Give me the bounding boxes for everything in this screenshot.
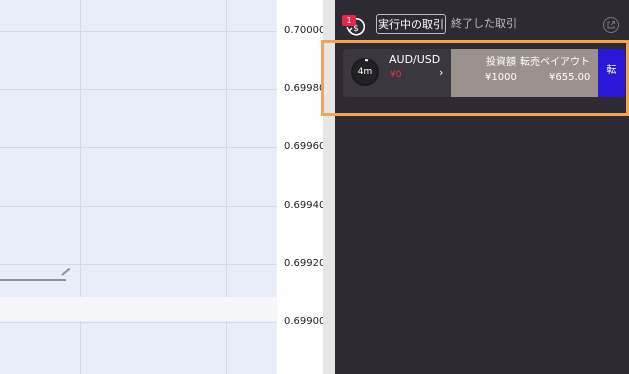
price-line <box>0 279 66 281</box>
trade-highlight-frame <box>321 40 629 116</box>
tab-active-trades[interactable]: 実行中の取引 <box>376 14 446 34</box>
chart-gridline <box>0 264 277 265</box>
chart-band <box>0 297 277 321</box>
price-line-segment <box>61 267 71 276</box>
price-tick: 0.69920 <box>284 258 326 269</box>
chart-gridline <box>0 147 277 148</box>
chart-gridline <box>0 322 277 323</box>
external-link-icon[interactable] <box>603 17 619 33</box>
price-tick: 0.69980 <box>284 83 326 94</box>
tab-closed-trades[interactable]: 終了した取引 <box>451 14 517 34</box>
chart-gridline <box>0 31 277 32</box>
chart-gridline <box>0 89 277 90</box>
price-tick: 0.70000 <box>284 25 326 36</box>
price-tick: 0.69940 <box>284 200 326 211</box>
price-chart[interactable] <box>0 0 277 374</box>
price-tick: 0.69960 <box>284 141 326 152</box>
chart-gridline <box>0 206 277 207</box>
price-tick: 0.69900 <box>284 316 326 327</box>
notification-badge: 1 <box>342 15 356 26</box>
